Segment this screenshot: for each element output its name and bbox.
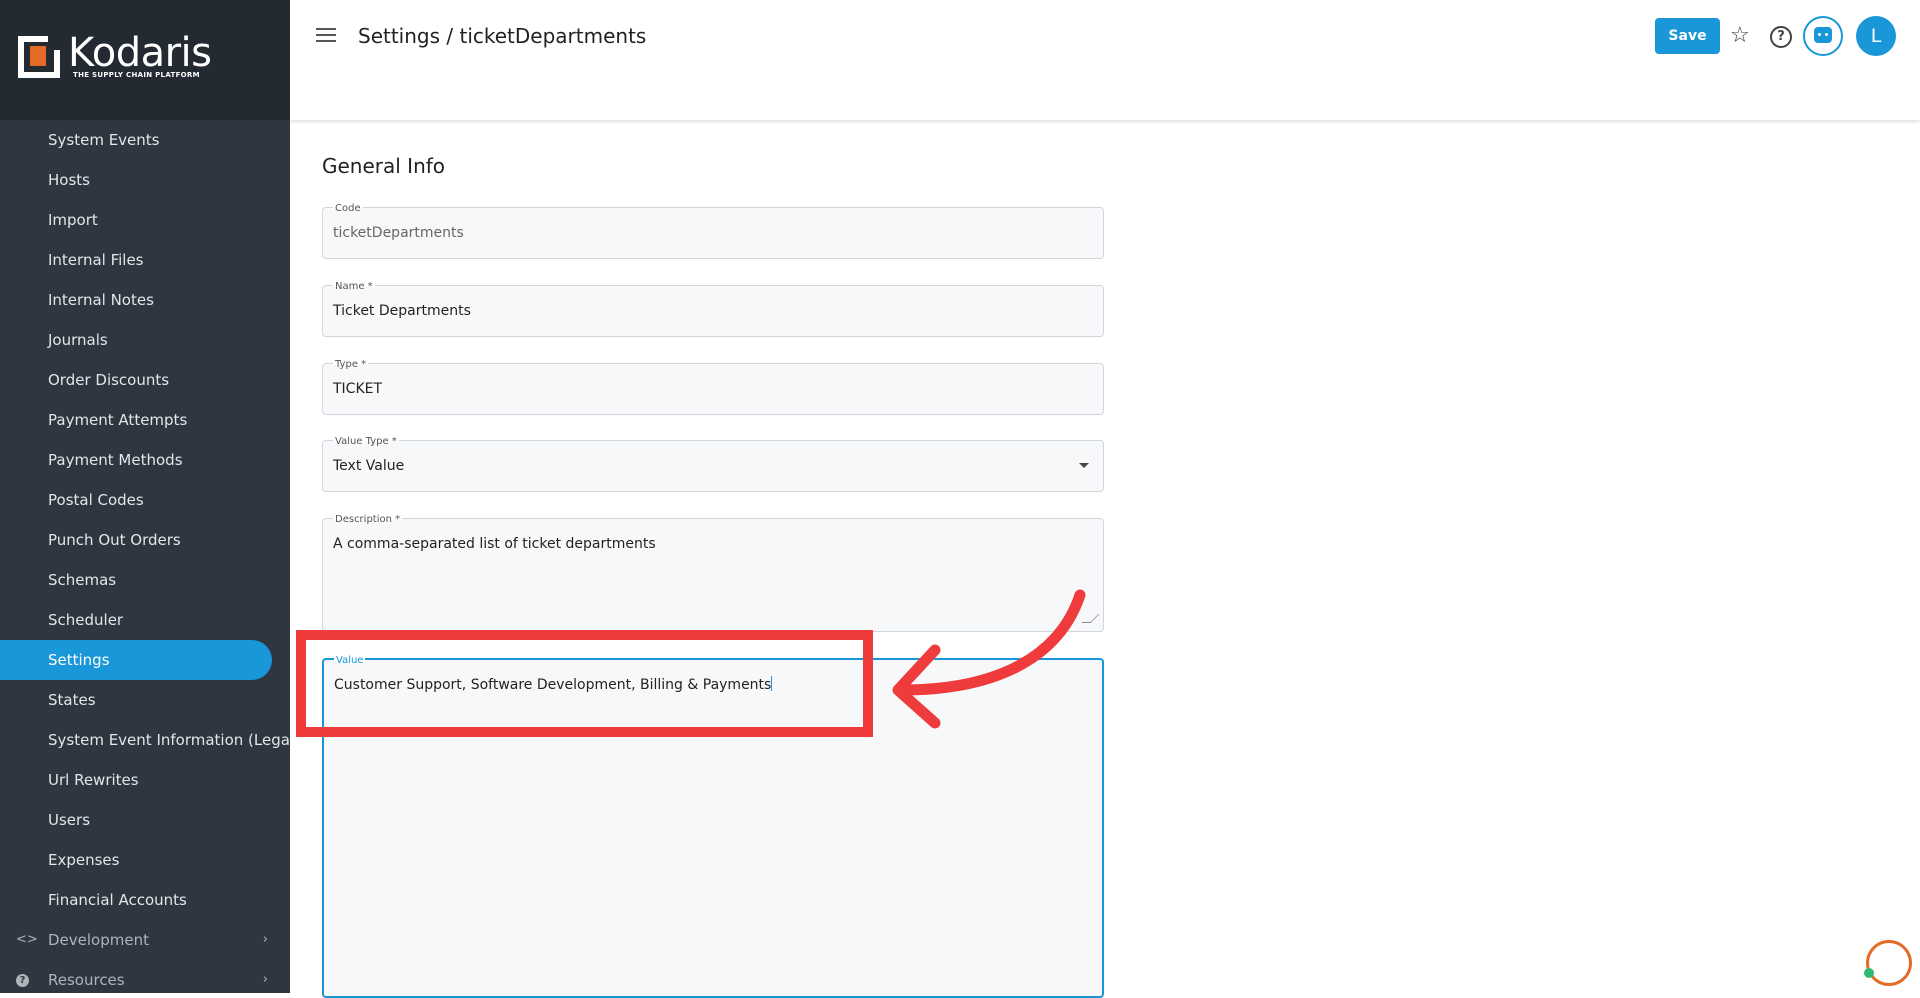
value-type-select[interactable]: Value Type * Text Value (322, 436, 1104, 492)
value-type-value: Text Value (333, 458, 405, 474)
chevron-right-icon: › (262, 932, 268, 947)
sidebar-nav: System Events Hosts Import Internal File… (0, 120, 290, 993)
dropdown-arrow-icon (1079, 463, 1089, 468)
sidebar-item-schemas[interactable]: Schemas (0, 560, 290, 600)
sidebar-item-payment-attempts[interactable]: Payment Attempts (0, 400, 290, 440)
sidebar-item-scheduler[interactable]: Scheduler (0, 600, 290, 640)
name-value: Ticket Departments (333, 303, 471, 319)
section-title: General Info (322, 154, 446, 178)
chat-support-icon[interactable] (1866, 940, 1912, 986)
description-label: Description * (333, 514, 403, 525)
sidebar-group-resources[interactable]: ? Resources › (0, 960, 290, 993)
sidebar-group-development[interactable]: <> Development › (0, 920, 290, 960)
sidebar-item-hosts[interactable]: Hosts (0, 160, 290, 200)
type-label: Type * (333, 359, 369, 370)
top-bar: Settings / ticketDepartments Save ☆ ? L (290, 0, 1920, 120)
description-value: A comma-separated list of ticket departm… (333, 536, 656, 552)
code-icon: <> (16, 932, 38, 947)
chevron-right-icon: › (262, 972, 268, 987)
sidebar-group-label: Resources (48, 971, 125, 989)
sidebar-item-import[interactable]: Import (0, 200, 290, 240)
sidebar-item-internal-files[interactable]: Internal Files (0, 240, 290, 280)
code-field[interactable]: Code ticketDepartments (322, 203, 1104, 259)
sidebar-group-label: Development (48, 931, 149, 949)
page-title: Settings / ticketDepartments (358, 24, 647, 48)
sidebar-item-payment-methods[interactable]: Payment Methods (0, 440, 290, 480)
sidebar: Kodaris THE SUPPLY CHAIN PLATFORM System… (0, 0, 290, 993)
sidebar-item-expenses[interactable]: Expenses (0, 840, 290, 880)
sidebar-item-system-event-information[interactable]: System Event Information (Legacy) (0, 720, 290, 760)
brand-tagline: THE SUPPLY CHAIN PLATFORM (73, 71, 200, 79)
sidebar-item-url-rewrites[interactable]: Url Rewrites (0, 760, 290, 800)
sidebar-item-postal-codes[interactable]: Postal Codes (0, 480, 290, 520)
help-icon: ? (16, 960, 29, 993)
menu-icon[interactable] (316, 28, 336, 44)
sidebar-item-journals[interactable]: Journals (0, 320, 290, 360)
name-label: Name * (333, 281, 375, 292)
annotation-arrow-icon (892, 589, 1086, 729)
kodaris-logo-icon (18, 36, 60, 78)
avatar[interactable]: L (1856, 16, 1896, 56)
sidebar-item-settings[interactable]: Settings (0, 640, 272, 680)
assistant-bot-button[interactable] (1803, 16, 1843, 56)
sidebar-item-punch-out-orders[interactable]: Punch Out Orders (0, 520, 290, 560)
sidebar-item-internal-notes[interactable]: Internal Notes (0, 280, 290, 320)
code-label: Code (333, 203, 363, 214)
sidebar-item-financial-accounts[interactable]: Financial Accounts (0, 880, 290, 920)
highlight-box (296, 630, 873, 737)
sidebar-item-users[interactable]: Users (0, 800, 290, 840)
type-value: TICKET (333, 381, 383, 397)
code-value: ticketDepartments (333, 225, 464, 241)
save-button[interactable]: Save (1655, 18, 1720, 54)
brand-logo[interactable]: Kodaris THE SUPPLY CHAIN PLATFORM (0, 0, 290, 120)
online-status-dot (1864, 968, 1874, 978)
type-field[interactable]: Type * TICKET (322, 359, 1104, 415)
sidebar-item-order-discounts[interactable]: Order Discounts (0, 360, 290, 400)
sidebar-item-system-events[interactable]: System Events (0, 120, 290, 160)
brand-name: Kodaris (68, 30, 212, 76)
value-type-label: Value Type * (333, 436, 399, 447)
star-icon[interactable]: ☆ (1730, 24, 1750, 48)
sidebar-item-states[interactable]: States (0, 680, 290, 720)
help-icon[interactable]: ? (1770, 26, 1792, 48)
robot-icon (1814, 27, 1832, 43)
name-field[interactable]: Name * Ticket Departments (322, 281, 1104, 337)
